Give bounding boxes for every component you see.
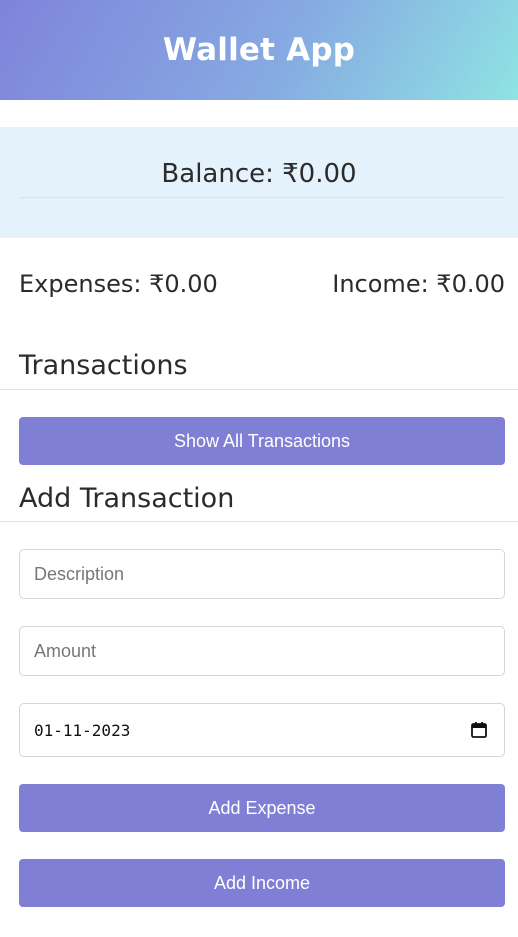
add-transaction-heading: Add Transaction [19, 483, 235, 514]
summary-row: Expenses: ₹0.00 Income: ₹0.00 [19, 270, 505, 298]
add-income-button[interactable]: Add Income [19, 859, 505, 907]
transactions-divider [0, 389, 518, 390]
add-expense-button[interactable]: Add Expense [19, 784, 505, 832]
date-input[interactable]: 01-11-2023 [19, 703, 505, 757]
income-total: Income: ₹0.00 [332, 270, 505, 298]
date-value[interactable]: 01-11-2023 [34, 721, 130, 740]
balance-panel: Balance: ₹0.00 [0, 127, 518, 238]
app-title: Wallet App [162, 32, 356, 68]
add-transaction-divider [0, 521, 518, 522]
description-input[interactable] [19, 549, 505, 599]
amount-input[interactable] [19, 626, 505, 676]
show-all-transactions-button[interactable]: Show All Transactions [19, 417, 505, 465]
balance-divider [19, 197, 505, 198]
transactions-heading: Transactions [19, 350, 188, 381]
calendar-icon[interactable] [470, 721, 488, 739]
expenses-total: Expenses: ₹0.00 [19, 270, 218, 298]
balance-text: Balance: ₹0.00 [161, 159, 357, 189]
app-header: Wallet App [0, 0, 518, 100]
